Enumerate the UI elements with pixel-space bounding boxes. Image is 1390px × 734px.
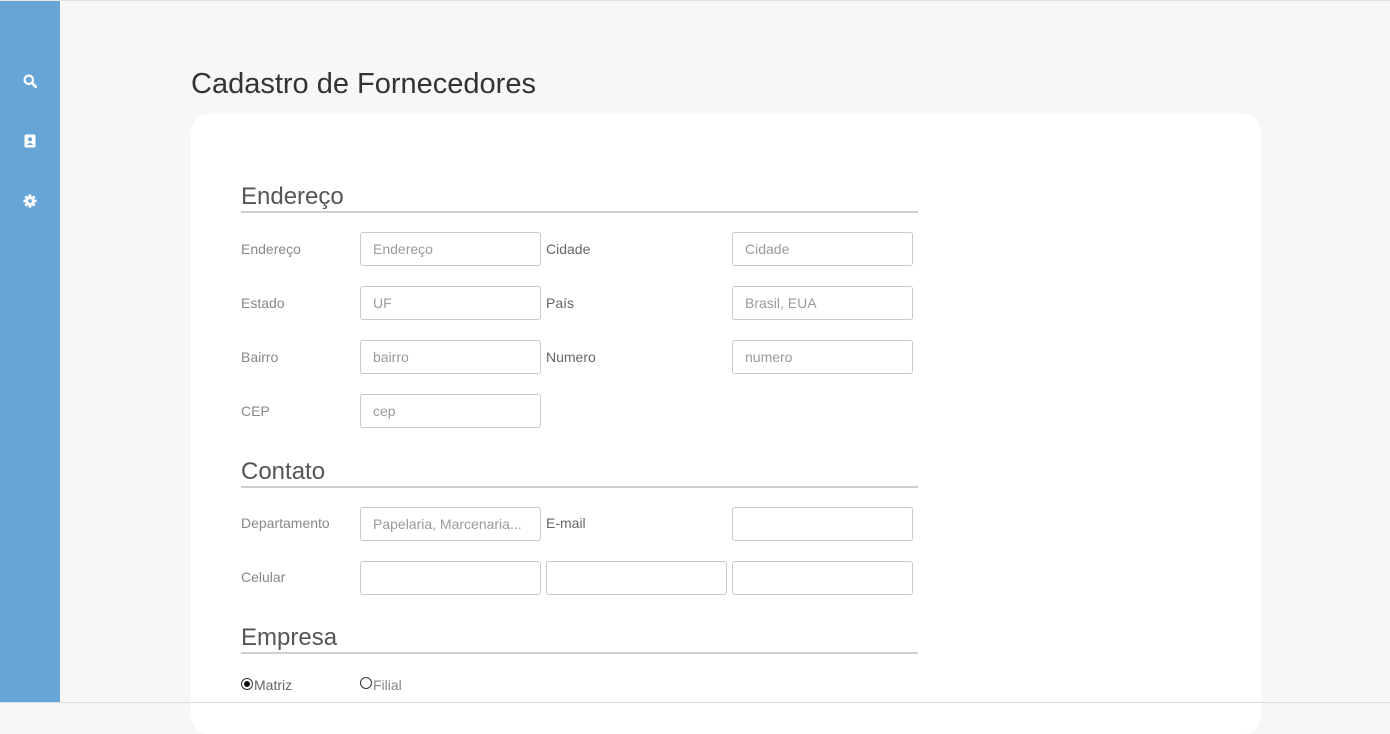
cep-input[interactable] (360, 394, 541, 428)
cep-label: CEP (241, 403, 270, 419)
top-border (0, 0, 1390, 1)
celular-input-3[interactable] (732, 561, 913, 595)
radio-label-matriz: Matriz (254, 677, 293, 693)
page-title: Cadastro de Fornecedores (191, 68, 536, 100)
email-input[interactable] (732, 507, 913, 541)
section-title-endereco: Endereço (241, 184, 918, 213)
endereco-label: Endereço (241, 241, 301, 257)
estado-input[interactable] (360, 286, 541, 320)
bairro-input[interactable] (360, 340, 541, 374)
departamento-label: Departamento (241, 515, 330, 531)
departamento-input[interactable] (360, 507, 541, 541)
sidebar (0, 1, 60, 702)
email-label: E-mail (546, 515, 586, 531)
pais-input[interactable] (732, 286, 913, 320)
pais-label: País (546, 295, 575, 311)
cidade-label: Cidade (546, 241, 591, 257)
celular-input-1[interactable] (360, 561, 541, 595)
numero-label: Numero (546, 349, 596, 365)
section-title-empresa: Empresa (241, 625, 918, 654)
endereco-input[interactable] (360, 232, 541, 266)
numero-input[interactable] (732, 340, 913, 374)
radio-label-filial: Filial (373, 677, 402, 693)
bairro-label: Bairro (241, 349, 279, 365)
section-title-contato: Contato (241, 459, 918, 488)
radio-matriz[interactable] (241, 678, 253, 690)
contact-card-icon[interactable] (20, 131, 40, 151)
estado-label: Estado (241, 295, 285, 311)
celular-label: Celular (241, 569, 286, 585)
search-icon[interactable] (20, 71, 40, 91)
gear-icon[interactable] (20, 191, 40, 211)
cidade-input[interactable] (732, 232, 913, 266)
bottom-border (0, 702, 1390, 703)
celular-input-2[interactable] (546, 561, 727, 595)
radio-filial[interactable] (360, 677, 372, 689)
